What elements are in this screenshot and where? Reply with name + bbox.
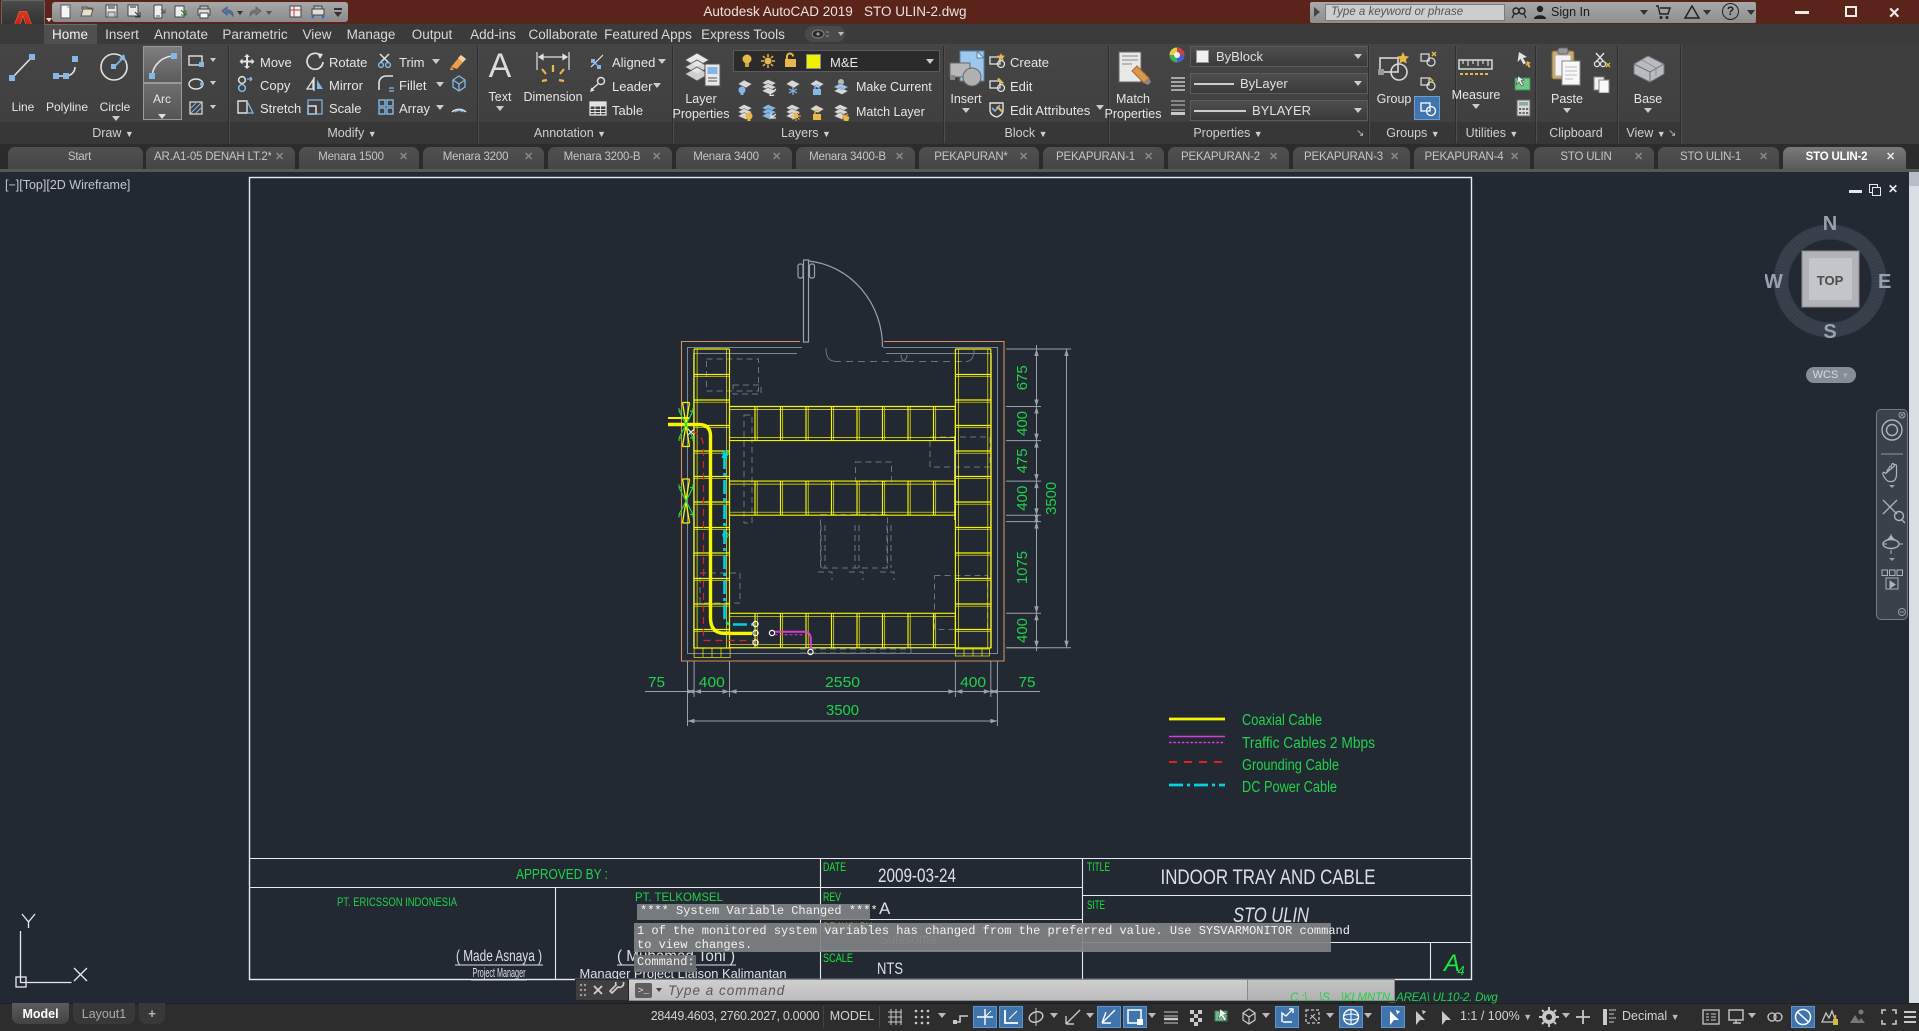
svg-text:Project Manager: Project Manager xyxy=(473,966,526,980)
svg-text:REV: REV xyxy=(823,890,841,904)
svg-text:75: 75 xyxy=(648,674,665,691)
svg-text:3500: 3500 xyxy=(826,702,859,719)
svg-text:675: 675 xyxy=(1014,365,1031,390)
svg-text:400: 400 xyxy=(699,674,725,691)
svg-text:475: 475 xyxy=(1014,448,1031,473)
svg-text:DATE: DATE xyxy=(823,860,846,874)
svg-text:NTS: NTS xyxy=(877,959,903,978)
svg-text:400: 400 xyxy=(960,674,986,691)
svg-text:75: 75 xyxy=(1019,674,1036,691)
svg-text:INDOOR TRAY AND CABLE: INDOOR TRAY AND CABLE xyxy=(1161,866,1376,889)
svg-text:DC Power Cable: DC Power Cable xyxy=(1242,779,1337,796)
svg-text:2009-03-24: 2009-03-24 xyxy=(878,866,956,887)
svg-text:PT. TELKOMSEL: PT. TELKOMSEL xyxy=(635,890,723,904)
svg-text:Traffic Cables 2 Mbps: Traffic Cables 2 Mbps xyxy=(1242,735,1375,752)
svg-text:Coaxial Cable: Coaxial Cable xyxy=(1242,712,1322,729)
svg-text:400: 400 xyxy=(1014,411,1031,436)
svg-text:TITLE: TITLE xyxy=(1087,860,1110,874)
svg-text:1075: 1075 xyxy=(1014,551,1031,584)
svg-text:E: E xyxy=(1878,271,1891,293)
svg-text:TOP: TOP xyxy=(1817,273,1844,288)
svg-text:SCALE: SCALE xyxy=(823,951,853,965)
svg-text:( Made Asnaya ): ( Made Asnaya ) xyxy=(456,948,542,965)
svg-text:S: S xyxy=(1823,321,1836,343)
svg-text:400: 400 xyxy=(1014,486,1031,511)
svg-text:W: W xyxy=(1765,271,1783,293)
svg-text:4: 4 xyxy=(1457,963,1464,978)
svg-text:A: A xyxy=(879,899,891,918)
svg-text:Grounding Cable: Grounding Cable xyxy=(1242,757,1339,774)
svg-text:APPROVED BY :: APPROVED BY : xyxy=(516,867,608,883)
svg-text:2550: 2550 xyxy=(825,674,860,691)
svg-text:PT. ERICSSON INDONESIA: PT. ERICSSON INDONESIA xyxy=(337,895,457,909)
svg-text:400: 400 xyxy=(1014,618,1031,643)
svg-text:3500: 3500 xyxy=(1043,482,1060,515)
svg-text:SITE: SITE xyxy=(1087,898,1105,912)
svg-text:N: N xyxy=(1823,213,1837,235)
